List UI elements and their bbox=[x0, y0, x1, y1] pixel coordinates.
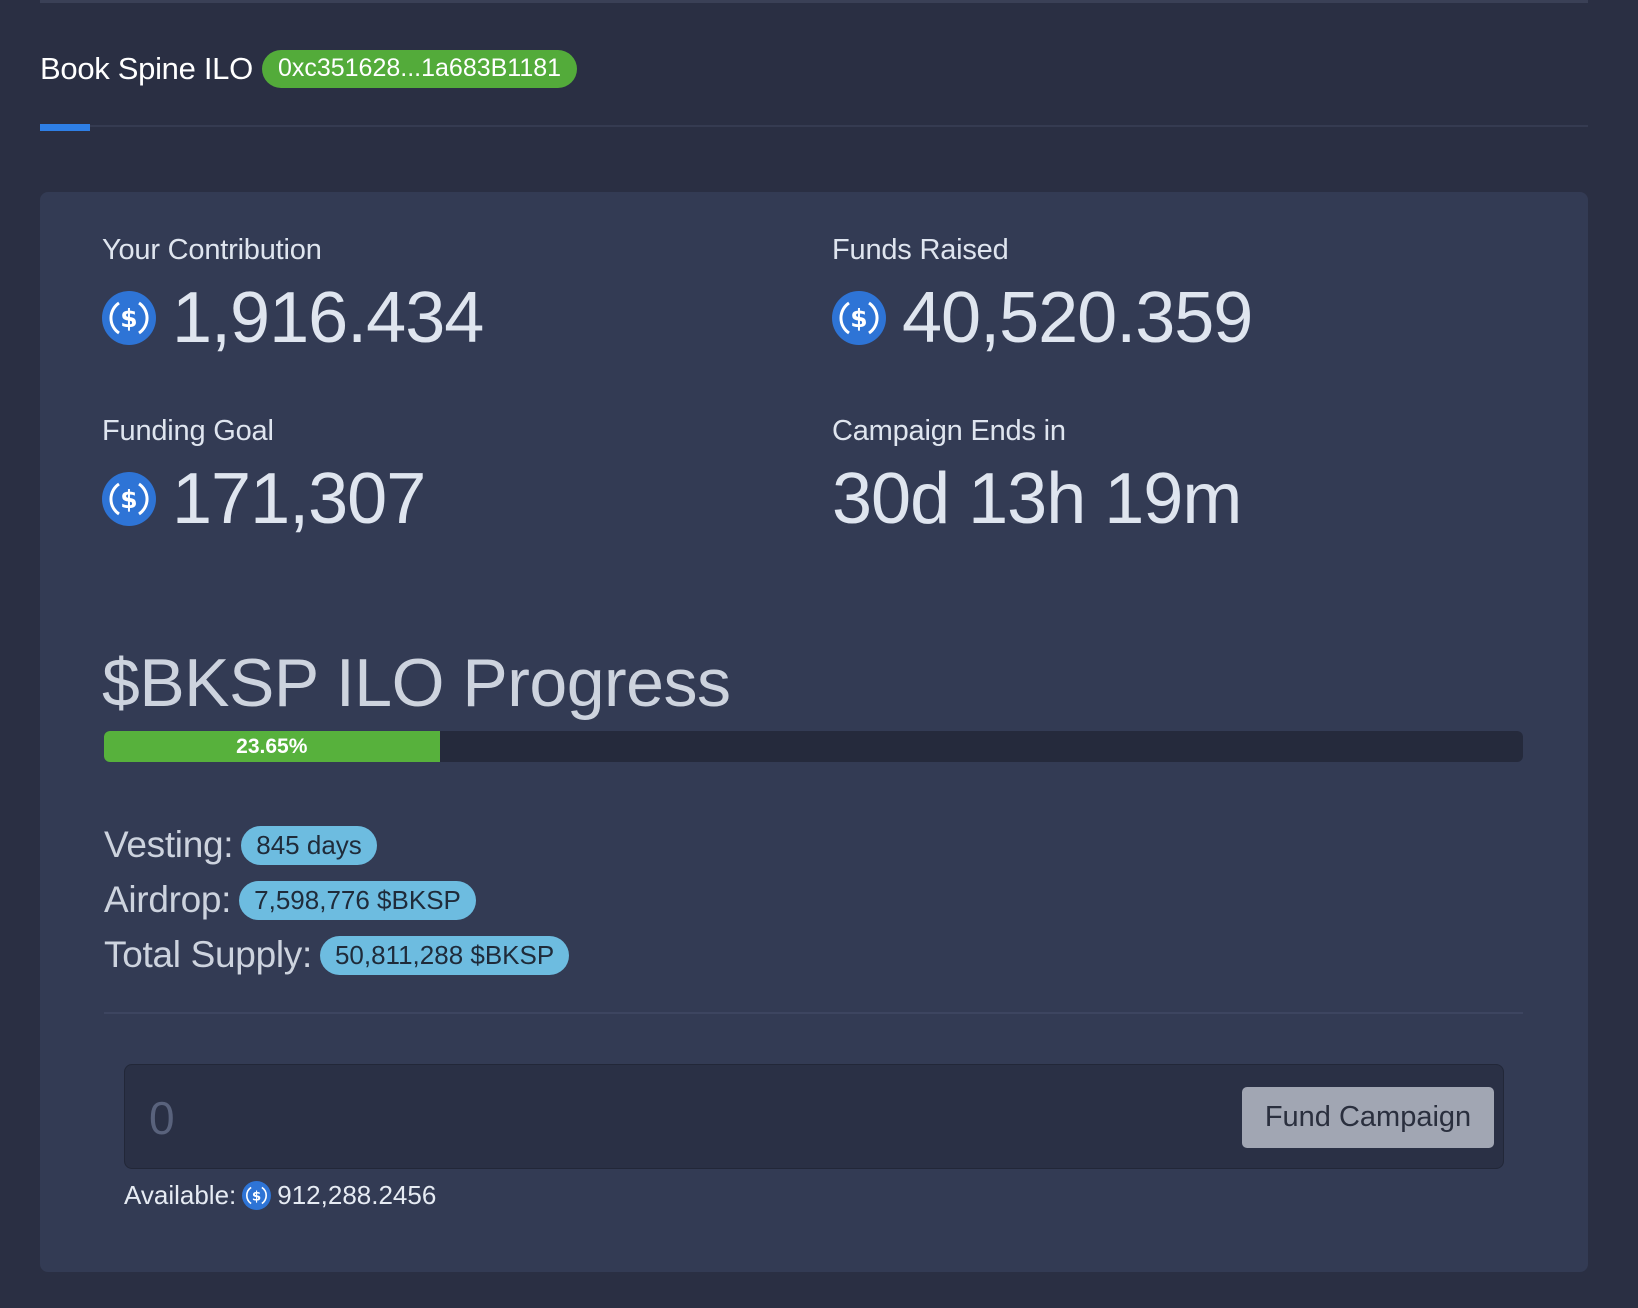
fund-campaign-button[interactable]: Fund Campaign bbox=[1242, 1087, 1494, 1148]
funds-raised-stat: Funds Raised $ 40,520.359 bbox=[832, 234, 1253, 358]
vesting-row: Vesting: 845 days bbox=[104, 824, 377, 866]
page-title: Book Spine ILO bbox=[40, 51, 253, 86]
usdc-coin-icon: $ bbox=[832, 291, 886, 345]
available-label: Available: bbox=[124, 1180, 237, 1210]
your-contribution-label: Your Contribution bbox=[102, 234, 322, 266]
progress-title: $BKSP ILO Progress bbox=[102, 645, 731, 721]
airdrop-badge: 7,598,776 $BKSP bbox=[239, 880, 476, 920]
contract-address-badge[interactable]: 0xc351628...1a683B1181 bbox=[261, 50, 578, 88]
usdc-coin-icon: $ bbox=[242, 1181, 272, 1210]
total-supply-label: Total Supply: bbox=[104, 934, 312, 975]
section-divider bbox=[104, 1012, 1523, 1014]
total-supply-badge: 50,811,288 $BKSP bbox=[319, 935, 570, 975]
fund-amount-input[interactable] bbox=[147, 1083, 1231, 1153]
svg-text:$: $ bbox=[120, 485, 137, 514]
funding-goal-label: Funding Goal bbox=[102, 415, 274, 447]
campaign-ends-value: 30d 13h 19m bbox=[832, 459, 1242, 539]
available-value: 912,288.2456 bbox=[277, 1180, 437, 1210]
fund-form: Fund Campaign bbox=[124, 1064, 1504, 1169]
top-divider bbox=[40, 0, 1588, 3]
active-tab-indicator bbox=[40, 124, 90, 131]
vesting-badge: 845 days bbox=[241, 825, 377, 865]
your-contribution-value: 1,916.434 bbox=[172, 278, 484, 358]
usdc-coin-icon: $ bbox=[102, 472, 156, 526]
svg-text:$: $ bbox=[252, 1189, 261, 1204]
progress-bar-fill: 23.65% bbox=[104, 731, 440, 762]
airdrop-row: Airdrop: 7,598,776 $BKSP bbox=[104, 879, 476, 921]
funding-goal-value: 171,307 bbox=[172, 459, 426, 539]
svg-text:$: $ bbox=[850, 304, 867, 333]
page-header: Book Spine ILO 0xc351628...1a683B1181 bbox=[40, 50, 578, 88]
progress-bar: 23.65% bbox=[104, 731, 1523, 762]
campaign-ends-stat: Campaign Ends in 30d 13h 19m bbox=[832, 415, 1242, 539]
tab-underline bbox=[40, 125, 1588, 127]
campaign-ends-label: Campaign Ends in bbox=[832, 415, 1066, 447]
funds-raised-value: 40,520.359 bbox=[902, 278, 1253, 358]
airdrop-label: Airdrop: bbox=[104, 879, 232, 920]
ilo-card: Your Contribution $ 1,916.434 Funds Rais… bbox=[40, 192, 1588, 1272]
usdc-coin-icon: $ bbox=[102, 291, 156, 345]
funding-goal-stat: Funding Goal $ 171,307 bbox=[102, 415, 426, 539]
funds-raised-label: Funds Raised bbox=[832, 234, 1009, 266]
total-supply-row: Total Supply: 50,811,288 $BKSP bbox=[104, 934, 570, 976]
your-contribution-stat: Your Contribution $ 1,916.434 bbox=[102, 234, 484, 358]
progress-percent-label: 23.65% bbox=[236, 734, 308, 758]
available-balance: Available: $ 912,288.2456 bbox=[124, 1180, 436, 1211]
vesting-label: Vesting: bbox=[104, 824, 234, 865]
svg-text:$: $ bbox=[120, 304, 137, 333]
